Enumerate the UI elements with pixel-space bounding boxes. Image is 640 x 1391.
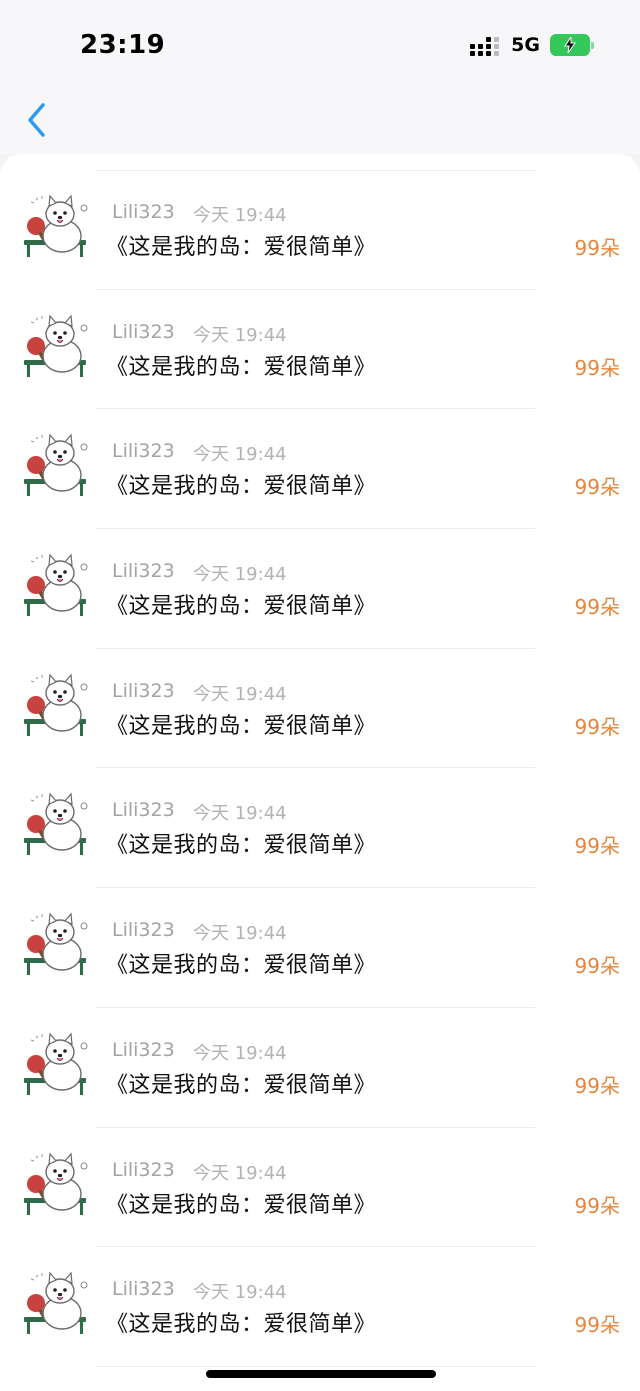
avatar[interactable] — [22, 549, 94, 621]
timestamp: 今天 19:44 — [193, 1282, 287, 1304]
list-item[interactable]: Lili323 今天 19:44 《这是我的岛：爱很简单》 99朵 — [0, 290, 640, 410]
avatar[interactable] — [22, 1267, 94, 1339]
work-title: 《这是我的岛：爱很简单》 — [106, 354, 377, 380]
list-item[interactable]: Lili323 今天 19:44 《这是我的岛：爱很简单》 99朵 — [0, 1128, 640, 1248]
timestamp: 今天 19:44 — [193, 923, 287, 945]
username: Lili323 — [112, 679, 175, 702]
gift-amount: 99朵 — [574, 954, 620, 979]
username: Lili323 — [112, 1158, 175, 1181]
avatar[interactable] — [22, 908, 94, 980]
gift-amount: 99朵 — [574, 236, 620, 260]
timestamp: 今天 19:44 — [193, 1042, 287, 1064]
username: Lili323 — [112, 1278, 175, 1301]
list-item[interactable]: Lili323 今天 19:44 《这是我的岛：爱很简单》 99朵 — [0, 649, 640, 769]
username: Lili323 — [112, 201, 175, 223]
work-title: 《这是我的岛：爱很简单》 — [106, 235, 377, 260]
gift-amount: 99朵 — [574, 714, 620, 739]
record-sheet: Lili323 今天 19:44 《这是我的岛：爱很简单》 99朵 Lili32… — [0, 154, 640, 1391]
avatar[interactable] — [22, 429, 94, 501]
avatar[interactable] — [22, 190, 94, 262]
gift-amount: 99朵 — [574, 355, 620, 380]
status-bar: 23:19 5G — [0, 0, 640, 96]
avatar[interactable] — [22, 669, 94, 741]
gift-amount: 99朵 — [574, 595, 620, 620]
gift-amount: 99朵 — [574, 1313, 620, 1338]
timestamp: 今天 19:44 — [193, 683, 287, 705]
timestamp: 今天 19:44 — [193, 803, 287, 825]
username: Lili323 — [112, 799, 175, 822]
home-indicator[interactable] — [206, 1370, 436, 1378]
username: Lili323 — [112, 1038, 175, 1061]
work-title: 《这是我的岛：爱很简单》 — [106, 953, 377, 979]
battery-charging-icon — [550, 34, 594, 56]
back-button[interactable] — [20, 100, 52, 140]
avatar[interactable] — [22, 1148, 94, 1220]
record-list: Lili323 今天 19:44 《这是我的岛：爱很简单》 99朵 Lili32… — [0, 170, 640, 1367]
avatar[interactable] — [22, 788, 94, 860]
work-title: 《这是我的岛：爱很简单》 — [106, 1312, 377, 1338]
list-item[interactable]: Lili323 今天 19:44 《这是我的岛：爱很简单》 99朵 — [0, 170, 640, 290]
timestamp: 今天 19:44 — [193, 564, 287, 586]
gift-amount: 99朵 — [574, 834, 620, 859]
list-item[interactable]: Lili323 今天 19:44 《这是我的岛：爱很简单》 99朵 — [0, 1008, 640, 1128]
work-title: 《这是我的岛：爱很简单》 — [106, 594, 377, 620]
work-title: 《这是我的岛：爱很简单》 — [106, 833, 377, 859]
work-title: 《这是我的岛：爱很简单》 — [106, 1072, 377, 1098]
signal-icon — [470, 34, 500, 56]
list-item[interactable]: Lili323 今天 19:44 《这是我的岛：爱很简单》 99朵 — [0, 768, 640, 889]
list-item[interactable]: Lili323 今天 19:44 《这是我的岛：爱很简单》 99朵 — [0, 529, 640, 649]
username: Lili323 — [112, 919, 175, 942]
gift-amount: 99朵 — [574, 475, 620, 500]
list-item[interactable]: Lili323 今天 19:44 《这是我的岛：爱很简单》 99朵 — [0, 888, 640, 1008]
work-title: 《这是我的岛：爱很简单》 — [106, 1192, 377, 1218]
gift-amount: 99朵 — [574, 1193, 620, 1218]
timestamp: 今天 19:44 — [193, 444, 287, 466]
gift-amount: 99朵 — [574, 1073, 620, 1098]
work-title: 《这是我的岛：爱很简单》 — [106, 474, 377, 500]
network-label: 5G — [511, 34, 540, 56]
chevron-left-icon — [28, 103, 45, 137]
list-item[interactable]: Lili323 今天 19:44 《这是我的岛：爱很简单》 99朵 — [0, 1247, 640, 1367]
list-item[interactable]: Lili323 今天 19:44 《这是我的岛：爱很简单》 99朵 — [0, 409, 640, 530]
username: Lili323 — [112, 320, 175, 343]
timestamp: 今天 19:44 — [193, 1162, 287, 1184]
avatar[interactable] — [22, 310, 94, 382]
timestamp: 今天 19:44 — [193, 205, 287, 226]
status-time: 23:19 — [80, 30, 166, 60]
username: Lili323 — [112, 560, 175, 583]
work-title: 《这是我的岛：爱很简单》 — [106, 713, 377, 739]
username: Lili323 — [112, 440, 175, 463]
nav-bar — [0, 96, 640, 154]
divider — [95, 1365, 535, 1367]
avatar[interactable] — [22, 1028, 94, 1100]
timestamp: 今天 19:44 — [193, 324, 287, 346]
status-icons: 5G — [470, 34, 594, 56]
